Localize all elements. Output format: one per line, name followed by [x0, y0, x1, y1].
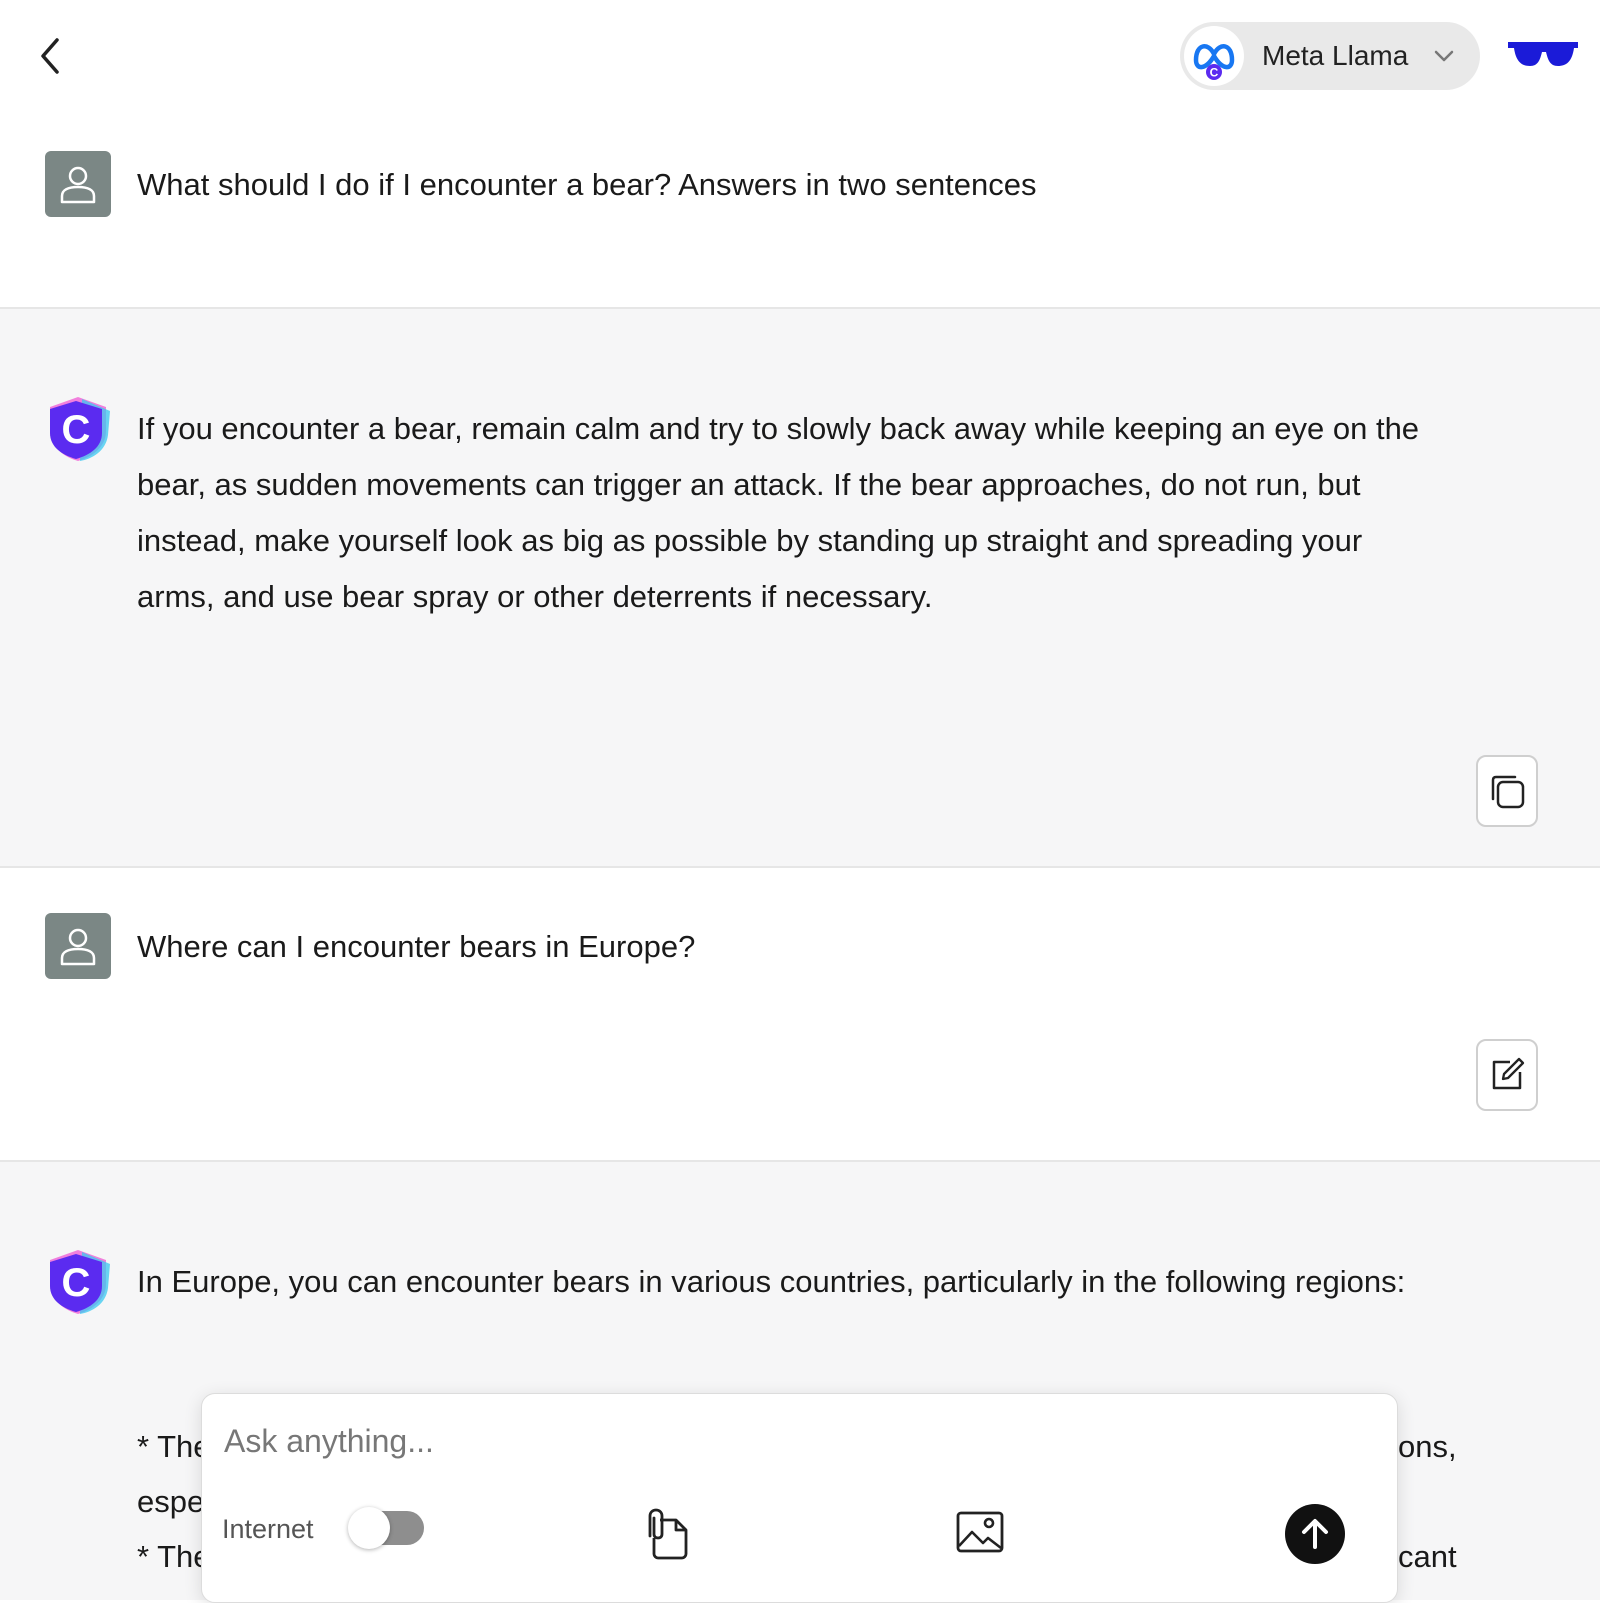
assistant-logo-icon: C [50, 1250, 110, 1314]
meta-logo-icon: C [1184, 26, 1244, 86]
edit-icon [1492, 1057, 1525, 1090]
user-avatar [45, 151, 111, 217]
svg-text:C: C [62, 1261, 91, 1305]
chevron-down-icon [1434, 50, 1454, 62]
list-item-text: espe [137, 1484, 205, 1519]
message-text: In Europe, you can encounter bears in va… [137, 1264, 1406, 1299]
user-icon [60, 166, 96, 204]
assistant-logo-icon: C [50, 397, 110, 461]
incognito-glasses-icon[interactable] [1508, 38, 1580, 70]
upload-image-button[interactable] [954, 1506, 1006, 1558]
list-item-text: cant [1398, 1539, 1457, 1574]
back-button[interactable] [30, 32, 70, 80]
list-item-text: ons, [1398, 1429, 1457, 1464]
assistant-message: C If you encounter a bear, remain calm a… [0, 309, 1600, 867]
top-bar: C Meta Llama [0, 0, 1600, 115]
user-avatar [45, 913, 111, 979]
chat-composer: Internet [201, 1393, 1398, 1603]
svg-text:C: C [62, 408, 91, 452]
svg-text:C: C [1210, 66, 1219, 80]
message-text: Where can I encounter bears in Europe? [137, 929, 696, 964]
internet-toggle[interactable] [348, 1507, 424, 1549]
image-icon [956, 1511, 1004, 1553]
copy-icon [1491, 775, 1525, 809]
send-button[interactable] [1285, 1504, 1345, 1564]
copy-button[interactable] [1476, 755, 1538, 827]
model-selector[interactable]: C Meta Llama [1180, 22, 1480, 90]
user-message: Where can I encounter bears in Europe? [0, 868, 1600, 1161]
attach-file-button[interactable] [642, 1506, 694, 1562]
user-icon [60, 928, 96, 966]
edit-button[interactable] [1476, 1039, 1538, 1111]
arrow-up-icon [1302, 1519, 1328, 1549]
user-message: What should I do if I encounter a bear? … [0, 115, 1600, 308]
message-text: What should I do if I encounter a bear? … [137, 167, 1037, 202]
model-name: Meta Llama [1262, 40, 1409, 71]
message-input[interactable] [222, 1416, 1326, 1466]
message-text: If you encounter a bear, remain calm and… [137, 411, 1420, 614]
list-item-text: * The [137, 1429, 211, 1464]
attach-file-icon [648, 1508, 688, 1560]
list-item-text: * The [137, 1539, 211, 1574]
chevron-left-icon [41, 38, 59, 74]
internet-label: Internet [222, 1514, 314, 1544]
toggle-knob [348, 1507, 390, 1549]
